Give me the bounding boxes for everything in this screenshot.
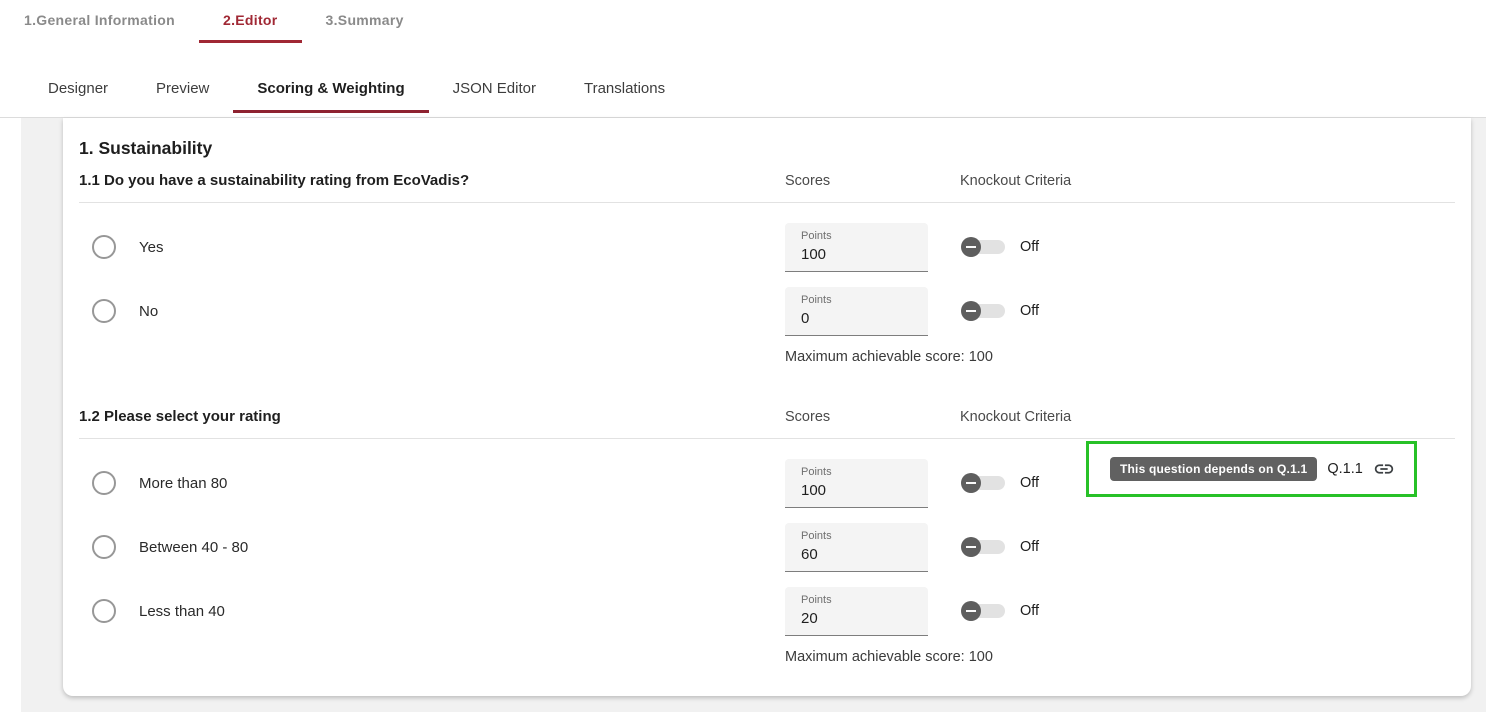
question-title: 1.2 Please select your rating (79, 408, 785, 425)
toggle-thumb-icon (961, 301, 981, 321)
step-editor[interactable]: 2.Editor (199, 10, 302, 43)
knockout-toggle[interactable] (961, 473, 1007, 493)
toggle-state-label: Off (1020, 239, 1039, 255)
points-value: 100 (801, 482, 928, 499)
option-row-between-40-80: Between 40 - 80 Points 60 Off (79, 515, 1455, 579)
scores-column-header: Scores (785, 409, 960, 425)
knockout-column-header: Knockout Criteria (960, 173, 1455, 189)
points-input[interactable]: Points 0 (785, 287, 928, 336)
page-background: 1. Sustainability 1.1 Do you have a sust… (21, 118, 1486, 712)
toggle-state-label: Off (1020, 475, 1039, 491)
section-title: 1. Sustainability (63, 118, 1471, 159)
link-icon[interactable] (1373, 458, 1395, 480)
wizard-stepper: 1.General Information 2.Editor 3.Summary (0, 0, 1486, 43)
toggle-thumb-icon (961, 601, 981, 621)
toggle-state-label: Off (1020, 303, 1039, 319)
step-general-information[interactable]: 1.General Information (0, 10, 199, 43)
question-1-2-header: 1.2 Please select your rating Scores Kno… (63, 395, 1471, 438)
max-score-text: Maximum achievable score: 100 (785, 349, 1455, 371)
option-row-no: No Points 0 Off (79, 279, 1455, 343)
dependency-question-ref: Q.1.1 (1327, 461, 1362, 477)
radio-no[interactable] (92, 299, 116, 323)
toggle-thumb-icon (961, 537, 981, 557)
question-1-2-options: This question depends on Q.1.1 Q.1.1 Mor… (63, 439, 1471, 671)
option-label: Between 40 - 80 (139, 539, 248, 556)
knockout-toggle[interactable] (961, 601, 1007, 621)
dependency-tooltip: This question depends on Q.1.1 (1110, 457, 1317, 481)
editor-tabbar: Designer Preview Scoring & Weighting JSO… (0, 66, 1486, 118)
knockout-column-header: Knockout Criteria (960, 409, 1455, 425)
knockout-toggle[interactable] (961, 301, 1007, 321)
points-value: 100 (801, 246, 928, 263)
radio-more-than-80[interactable] (92, 471, 116, 495)
option-label: No (139, 303, 158, 320)
points-value: 0 (801, 310, 928, 327)
points-input[interactable]: Points 100 (785, 223, 928, 272)
knockout-toggle[interactable] (961, 237, 1007, 257)
tab-translations[interactable]: Translations (560, 66, 689, 113)
tab-designer[interactable]: Designer (24, 66, 132, 113)
points-value: 20 (801, 610, 928, 627)
points-value: 60 (801, 546, 928, 563)
radio-less-than-40[interactable] (92, 599, 116, 623)
option-label: Yes (139, 239, 163, 256)
question-1-1-header: 1.1 Do you have a sustainability rating … (63, 159, 1471, 202)
toggle-state-label: Off (1020, 539, 1039, 555)
tab-scoring-weighting[interactable]: Scoring & Weighting (233, 66, 428, 113)
radio-yes[interactable] (92, 235, 116, 259)
tab-json-editor[interactable]: JSON Editor (429, 66, 560, 113)
option-label: More than 80 (139, 475, 227, 492)
points-input[interactable]: Points 100 (785, 459, 928, 508)
option-label: Less than 40 (139, 603, 225, 620)
points-input[interactable]: Points 60 (785, 523, 928, 572)
question-1-1-options: Yes Points 100 Off (63, 203, 1471, 371)
tab-preview[interactable]: Preview (132, 66, 233, 113)
points-input[interactable]: Points 20 (785, 587, 928, 636)
toggle-thumb-icon (961, 473, 981, 493)
option-row-yes: Yes Points 100 Off (79, 215, 1455, 279)
question-title: 1.1 Do you have a sustainability rating … (79, 172, 785, 189)
knockout-toggle[interactable] (961, 537, 1007, 557)
toggle-state-label: Off (1020, 603, 1039, 619)
step-summary[interactable]: 3.Summary (302, 10, 428, 43)
dependency-highlight-box: This question depends on Q.1.1 Q.1.1 (1086, 441, 1417, 497)
max-score-text: Maximum achievable score: 100 (785, 649, 1455, 671)
scoring-card: 1. Sustainability 1.1 Do you have a sust… (63, 118, 1471, 696)
scores-column-header: Scores (785, 173, 960, 189)
option-row-less-than-40: Less than 40 Points 20 Off (79, 579, 1455, 643)
toggle-thumb-icon (961, 237, 981, 257)
radio-between-40-80[interactable] (92, 535, 116, 559)
